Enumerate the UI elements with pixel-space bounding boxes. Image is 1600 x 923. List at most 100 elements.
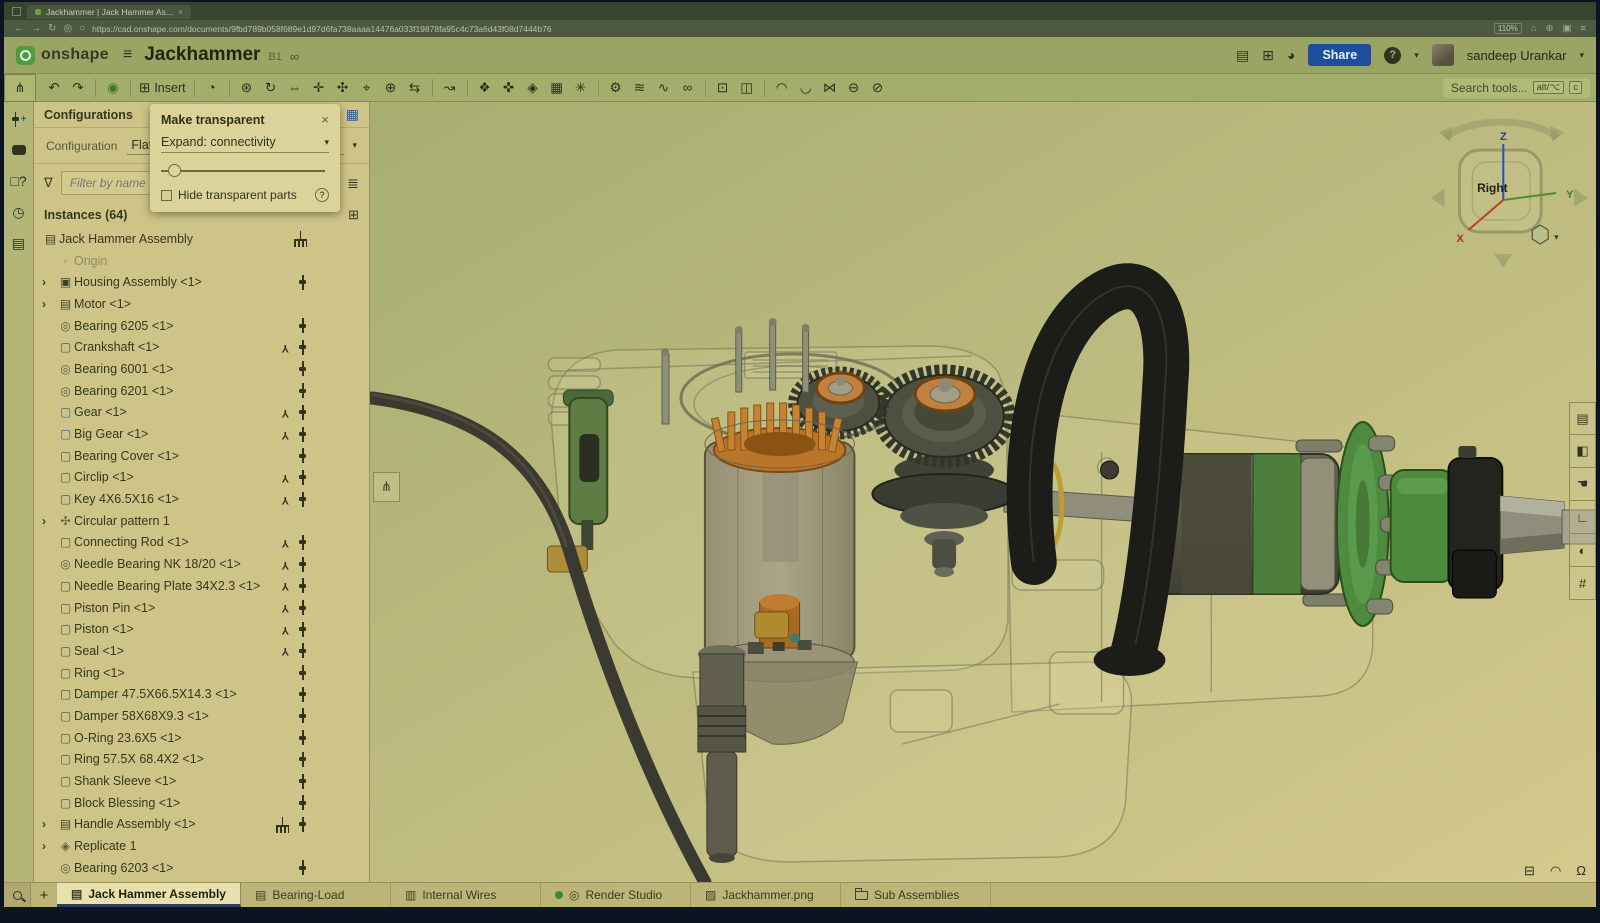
section-part-icon[interactable]: ∟ (1569, 501, 1596, 534)
export-icon[interactable]: ⊟ (1524, 863, 1535, 879)
tree-row[interactable]: ◎Bearing 6203 <1> (34, 857, 369, 879)
interference-icon[interactable]: □? (10, 172, 26, 190)
document-tab[interactable]: ▨Jackhammer.png (691, 883, 841, 907)
home-icon[interactable]: ⌂ (1531, 23, 1537, 34)
forward-icon[interactable]: → (31, 24, 41, 34)
screw-relation-icon[interactable]: ∿ (652, 77, 676, 99)
tree-row[interactable]: ▢Crankshaft <1>Y (34, 336, 369, 358)
comments-panel-icon[interactable] (12, 141, 26, 159)
tree-row[interactable]: ▢Big Gear <1>Y (34, 423, 369, 445)
configurations-panel-icon[interactable]: + (11, 110, 27, 128)
expand-arrow-icon[interactable]: › (42, 839, 57, 853)
belt-relation-icon[interactable]: ∞ (676, 77, 700, 99)
tree-row[interactable]: ▢Damper 58X68X9.3 <1> (34, 705, 369, 727)
pattern-tool-icon[interactable]: ▦ (545, 77, 569, 99)
shield-icon[interactable]: ◎ (63, 24, 72, 34)
release-notes-icon[interactable]: ▤ (1236, 47, 1249, 64)
help-icon[interactable]: ? (1384, 47, 1401, 64)
tree-row[interactable]: ›◈Replicate 1 (34, 835, 369, 857)
sim-study-4-icon[interactable]: ⊖ (842, 77, 866, 99)
downloads-icon[interactable]: ▣ (1562, 23, 1571, 34)
expand-arrow-icon[interactable]: › (42, 514, 57, 528)
tree-row[interactable]: ◎Bearing 6205 <1> (34, 315, 369, 337)
expand-arrow-icon[interactable]: › (42, 275, 57, 289)
configuration-table-icon[interactable]: ▦ (346, 106, 359, 123)
tree-row[interactable]: ›✣Circular pattern 1 (34, 510, 369, 532)
tree-row[interactable]: ▢Seal <1>Y (34, 640, 369, 662)
transparency-slider[interactable] (161, 164, 329, 178)
tree-row[interactable]: ▢Piston Pin <1>Y (34, 597, 369, 619)
insert-icon[interactable]: ⊞Insert (136, 77, 189, 99)
expand-mode-select[interactable]: Expand: connectivity ▾ (161, 135, 329, 153)
fastened-mate-icon[interactable]: ⊛ (235, 77, 259, 99)
replicate-tool-icon[interactable]: ◈ (521, 77, 545, 99)
browser-tab[interactable]: Jackhammer | Jack Hammer As... × (27, 5, 191, 19)
tab-search-button[interactable] (4, 883, 31, 907)
pin-slot-mate-icon[interactable]: ⊕ (379, 77, 403, 99)
history-timer-icon[interactable]: ◷ (12, 203, 24, 221)
slider-knob[interactable] (168, 164, 181, 177)
render-quality-icon[interactable]: ◐ (1569, 534, 1596, 567)
tree-row[interactable]: ▢Key 4X6.5X16 <1>Y (34, 488, 369, 510)
tree-row[interactable]: ›▣Housing Assembly <1> (34, 271, 369, 293)
tree-row[interactable]: ◎Bearing 6201 <1> (34, 380, 369, 402)
avatar[interactable] (1432, 44, 1454, 66)
tree-row[interactable]: ▢Circlip <1>Y (34, 467, 369, 489)
share-button[interactable]: Share (1308, 44, 1371, 66)
hide-parts-checkbox[interactable] (161, 190, 172, 201)
mass-properties-icon[interactable]: Ω (1576, 863, 1586, 879)
dialog-close-icon[interactable]: × (321, 112, 329, 127)
new-tab-button[interactable]: + (31, 883, 57, 907)
bom-panel-icon[interactable]: ▤ (12, 234, 25, 252)
link-icon[interactable]: ∞ (290, 49, 299, 64)
tree-row[interactable]: ▢Ring <1> (34, 662, 369, 684)
tree-row[interactable]: ◎Needle Bearing NK 18/20 <1>Y (34, 553, 369, 575)
close-tab-icon[interactable]: × (178, 7, 183, 17)
onshape-logo-text[interactable]: onshape (41, 46, 109, 64)
window-icon[interactable] (12, 7, 21, 16)
sim-study-2-icon[interactable]: ◡ (794, 77, 818, 99)
sim-study-1-icon[interactable]: ◠ (770, 77, 794, 99)
user-name[interactable]: sandeep Urankar (1467, 48, 1567, 63)
url-text[interactable]: https://cad.onshape.com/documents/9fbd78… (92, 24, 551, 34)
help-caret-icon[interactable]: ▾ (1414, 50, 1419, 61)
planar-mate-icon[interactable]: ✛ (307, 77, 331, 99)
tree-row[interactable]: ▤Jack Hammer Assembly (34, 228, 369, 250)
browser-menu-icon[interactable]: ≡ (1580, 23, 1586, 34)
assembly-tree-toggle[interactable]: ⋔ (4, 74, 36, 102)
ball-mate-icon[interactable]: ✣ (331, 77, 355, 99)
document-tab[interactable]: Sub Assemblies (841, 883, 991, 907)
animate-icon[interactable]: ◫ (735, 77, 759, 99)
tree-row[interactable]: ▢Ring 57.5X 68.4X2 <1> (34, 749, 369, 771)
document-tab[interactable]: ◎Render Studio (541, 883, 691, 907)
document-tab[interactable]: ▤Bearing-Load (241, 883, 391, 907)
view-cube[interactable]: Z Y X Right ▾ (1431, 122, 1588, 268)
panel-collapse-toggle[interactable]: ⋔ (373, 472, 400, 502)
viewport-3d[interactable]: Z Y X Right ▾ ⋔ ▤◧☚∟◐# ⊟◠Ω (370, 102, 1596, 882)
group-icon[interactable]: ❖ (473, 77, 497, 99)
tree-row[interactable]: ›▤Handle Assembly <1> (34, 814, 369, 836)
tree-row[interactable]: ▢Needle Bearing Plate 34X2.3 <1>Y (34, 575, 369, 597)
tree-row[interactable]: ◎Bearing 6001 <1> (34, 358, 369, 380)
cylindrical-mate-icon[interactable]: ⌖ (355, 77, 379, 99)
tree-row[interactable]: ▢Piston <1>Y (34, 618, 369, 640)
versions-icon[interactable]: ◔ (200, 77, 224, 99)
bom-table-icon[interactable]: ▤ (1569, 402, 1596, 435)
tree-row[interactable]: ▢Gear <1>Y (34, 402, 369, 424)
filter-funnel-icon[interactable]: ∇ (44, 175, 53, 191)
onshape-logo-icon[interactable] (16, 46, 35, 65)
learning-center-icon[interactable]: ◕ (1287, 47, 1295, 63)
snapshot-icon[interactable]: ⊡ (711, 77, 735, 99)
zoom-level-badge[interactable]: 110% (1494, 23, 1522, 34)
tangent-mate-icon[interactable]: ↝ (438, 77, 462, 99)
explode-icon[interactable]: ✳ (569, 77, 593, 99)
tree-row[interactable]: ▢Bearing Cover <1> (34, 445, 369, 467)
selection-hand-icon[interactable]: ☚ (1569, 468, 1596, 501)
appearance-icon[interactable]: ◠ (1550, 863, 1561, 879)
app-store-icon[interactable]: ⊞ (1262, 47, 1274, 64)
document-tab[interactable]: ▥Internal Wires (391, 883, 541, 907)
dialog-help-icon[interactable]: ? (315, 188, 329, 202)
slider-mate-icon[interactable]: ⇔ (283, 77, 307, 99)
add-folder-icon[interactable]: ⊞ (348, 207, 359, 223)
view-options-caret-icon[interactable]: ▾ (1554, 232, 1559, 242)
